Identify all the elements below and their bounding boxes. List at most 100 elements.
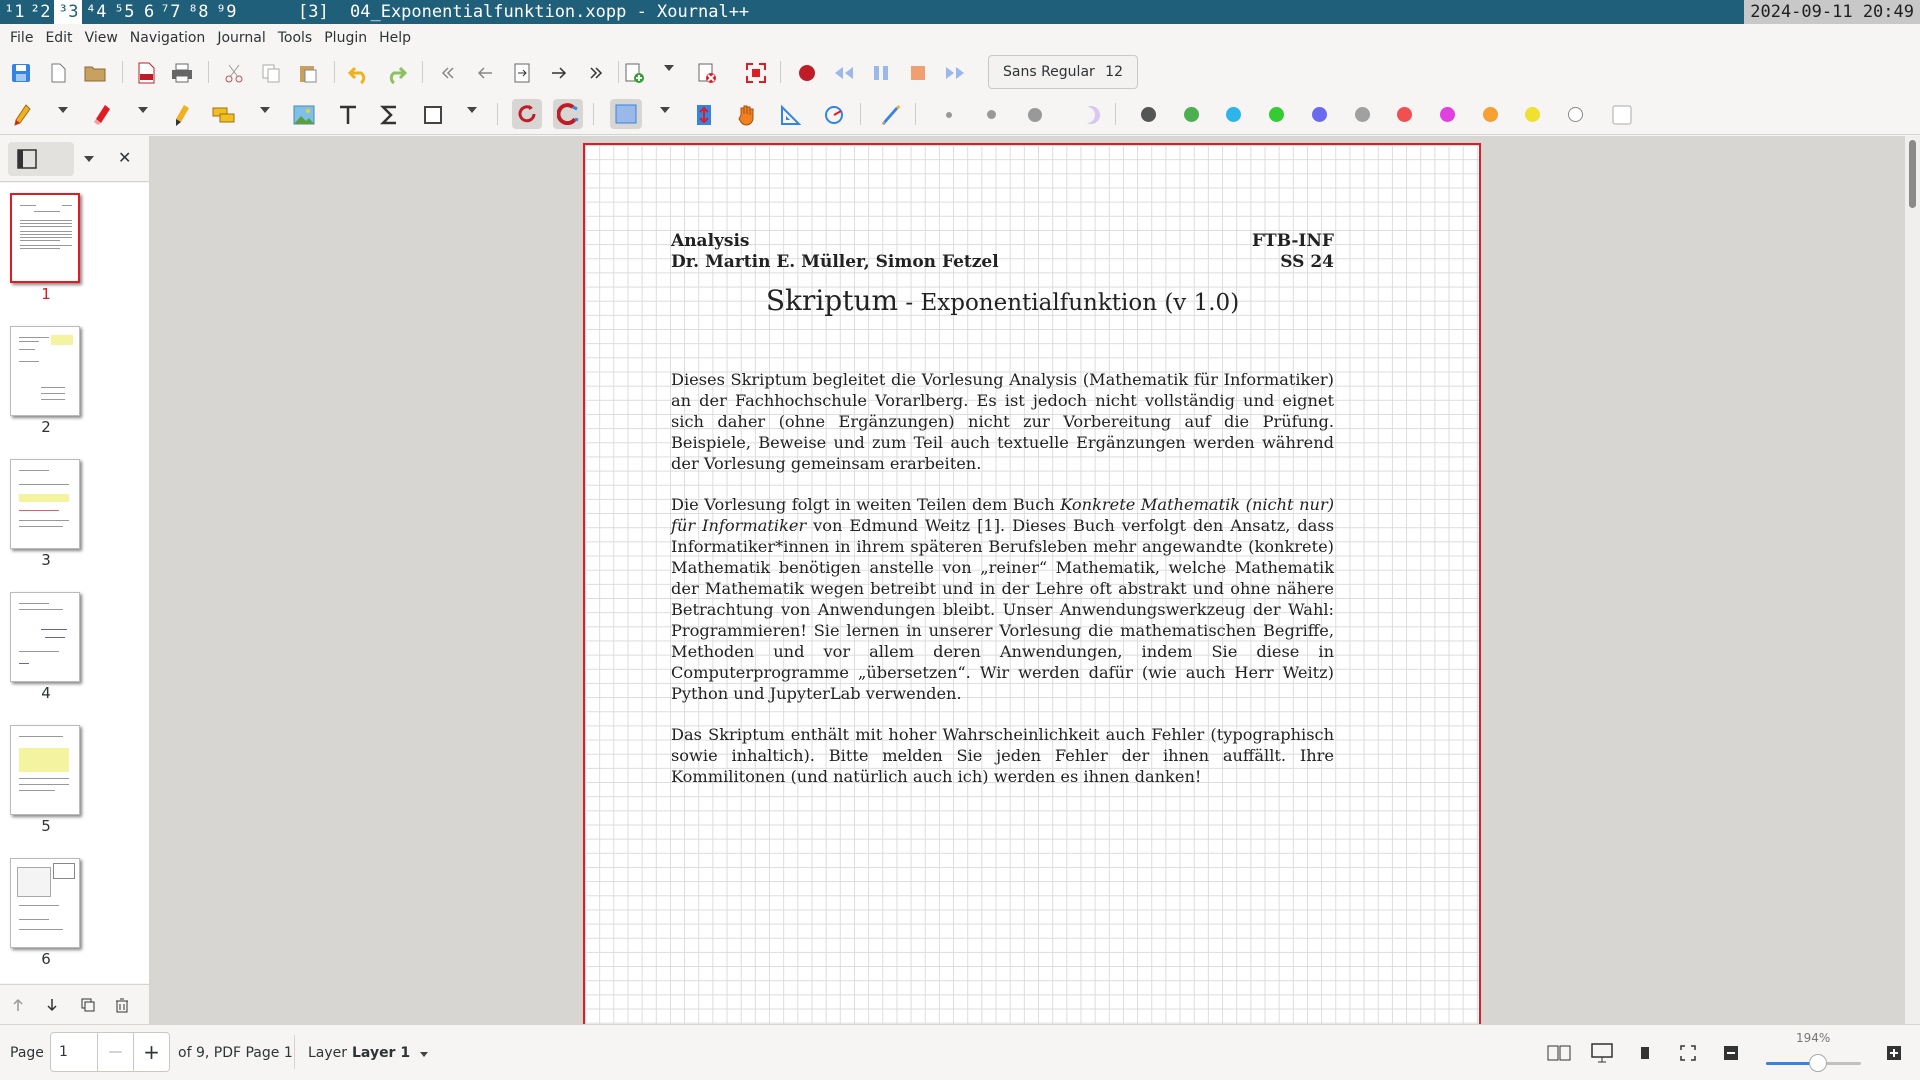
color-swatch-6[interactable] <box>1354 107 1370 122</box>
layer-selector[interactable]: Layer 1 <box>352 1045 410 1061</box>
ruler-snap-icon[interactable] <box>512 99 542 129</box>
thickness-medium-icon[interactable] <box>987 110 996 119</box>
delete-page-sidebar-icon[interactable] <box>108 991 136 1019</box>
color-swatch-11[interactable] <box>1568 107 1583 122</box>
insert-page-dropdown-icon[interactable] <box>664 65 674 71</box>
thickness-thick-icon[interactable] <box>1028 108 1042 122</box>
zoom-in-icon[interactable] <box>1880 1039 1908 1067</box>
workspace-3[interactable]: ³3 <box>54 0 83 24</box>
menu-tools[interactable]: Tools <box>272 30 319 46</box>
paste-icon[interactable] <box>294 59 322 87</box>
workspace-9[interactable]: ⁹9 <box>212 0 240 24</box>
image-icon[interactable] <box>290 101 318 129</box>
presentation-mode-icon[interactable] <box>1588 1039 1616 1067</box>
copy-icon[interactable] <box>257 59 285 87</box>
sidebar-view-selector[interactable] <box>8 142 74 176</box>
menu-view[interactable]: View <box>79 30 124 46</box>
insert-page-icon[interactable] <box>620 59 648 87</box>
page-thumbnail-5[interactable] <box>10 725 80 815</box>
color-swatch-9[interactable] <box>1482 107 1498 122</box>
goto-last-icon[interactable] <box>582 59 610 87</box>
workspace-2[interactable]: ²2 <box>26 0 54 24</box>
delete-page-icon[interactable] <box>692 59 720 87</box>
fill-color-icon[interactable] <box>610 99 642 129</box>
font-selector-button[interactable]: Sans Regular 12 <box>988 55 1138 89</box>
compass-icon[interactable] <box>820 101 848 129</box>
undo-icon[interactable] <box>345 59 373 87</box>
page-thumbnail-6[interactable] <box>10 858 80 948</box>
highlighter-icon[interactable] <box>168 101 196 129</box>
goto-next-icon[interactable] <box>545 59 573 87</box>
layer-dropdown-icon[interactable] <box>420 1052 428 1057</box>
eraser-icon[interactable] <box>88 101 116 129</box>
eraser-dropdown-icon[interactable] <box>138 107 148 113</box>
stop-icon[interactable] <box>904 59 932 87</box>
setsquare-icon[interactable] <box>776 101 804 129</box>
pen-dropdown-icon[interactable] <box>58 107 68 113</box>
fullscreen-icon[interactable] <box>742 59 770 87</box>
new-document-icon[interactable] <box>44 59 72 87</box>
menu-navigation[interactable]: Navigation <box>124 30 212 46</box>
duplicate-page-icon[interactable] <box>74 991 102 1019</box>
color-swatch-3[interactable] <box>1226 107 1242 122</box>
vertical-space-icon[interactable] <box>690 101 718 129</box>
color-chooser-icon[interactable] <box>1608 101 1636 129</box>
page-thumbnail-1[interactable] <box>10 193 80 283</box>
color-swatch-1[interactable] <box>1141 107 1156 122</box>
pause-icon[interactable] <box>867 59 895 87</box>
zoom-out-icon[interactable] <box>1717 1039 1745 1067</box>
rewind-icon[interactable] <box>830 59 858 87</box>
sidebar-dropdown-icon[interactable] <box>84 156 94 162</box>
workspace-5[interactable]: ⁵5 <box>110 0 138 24</box>
text-tool-icon[interactable] <box>334 101 362 129</box>
menu-file[interactable]: File <box>4 30 39 46</box>
shape-tool-icon[interactable] <box>419 101 447 129</box>
menu-journal[interactable]: Journal <box>211 30 271 46</box>
export-pdf-icon[interactable] <box>132 59 160 87</box>
move-page-down-icon[interactable] <box>38 991 66 1019</box>
latex-tool-icon[interactable] <box>376 101 404 129</box>
color-swatch-7[interactable] <box>1397 107 1413 122</box>
shape-dropdown-icon[interactable] <box>467 107 477 113</box>
color-swatch-8[interactable] <box>1439 107 1455 122</box>
menu-plugin[interactable]: Plugin <box>318 30 373 46</box>
page-number-input[interactable]: 1 <box>50 1032 98 1072</box>
redo-icon[interactable] <box>382 59 410 87</box>
menu-help[interactable]: Help <box>373 30 417 46</box>
color-swatch-10[interactable] <box>1525 107 1541 122</box>
page-thumbnail-2[interactable] <box>10 326 80 416</box>
workspace-8[interactable]: ⁸8 <box>184 0 212 24</box>
color-swatch-5[interactable] <box>1311 107 1327 122</box>
fast-forward-icon[interactable] <box>941 59 969 87</box>
goto-back-icon[interactable] <box>471 59 499 87</box>
vertical-scrollbar[interactable] <box>1905 136 1920 1024</box>
select-dropdown-icon[interactable] <box>260 107 270 113</box>
document-page[interactable]: Analysis FTB-INF Dr. Martin E. Müller, S… <box>583 143 1481 1024</box>
menu-edit[interactable]: Edit <box>39 30 78 46</box>
record-icon[interactable] <box>793 59 821 87</box>
two-pages-icon[interactable] <box>1545 1039 1573 1067</box>
grid-snap-icon[interactable] <box>553 99 583 129</box>
save-icon[interactable] <box>7 59 35 87</box>
goto-page-icon[interactable] <box>508 59 536 87</box>
cut-icon[interactable] <box>220 59 248 87</box>
plugin-tool-icon[interactable] <box>876 101 904 129</box>
print-icon[interactable] <box>168 59 196 87</box>
select-region-icon[interactable] <box>210 101 238 129</box>
close-sidebar-icon[interactable]: ✕ <box>118 148 131 167</box>
page-thumbnail-3[interactable] <box>10 459 80 549</box>
page-increment-button[interactable]: + <box>134 1032 170 1072</box>
zoom-slider-handle[interactable] <box>1809 1054 1828 1072</box>
fill-dropdown-icon[interactable] <box>660 107 670 113</box>
goto-first-icon[interactable] <box>434 59 462 87</box>
pen-icon[interactable] <box>9 101 37 129</box>
hand-tool-icon[interactable] <box>733 101 761 129</box>
workspace-4[interactable]: ⁴4 <box>82 0 110 24</box>
page-thumbnail-4[interactable] <box>10 592 80 682</box>
scrollbar-thumb[interactable] <box>1909 140 1916 208</box>
transparency-icon[interactable] <box>1077 101 1105 129</box>
page-decrement-button[interactable]: — <box>98 1032 134 1072</box>
workspace-7[interactable]: ⁷7 <box>156 0 184 24</box>
color-swatch-4[interactable] <box>1269 107 1285 122</box>
thickness-fine-icon[interactable] <box>946 112 952 118</box>
